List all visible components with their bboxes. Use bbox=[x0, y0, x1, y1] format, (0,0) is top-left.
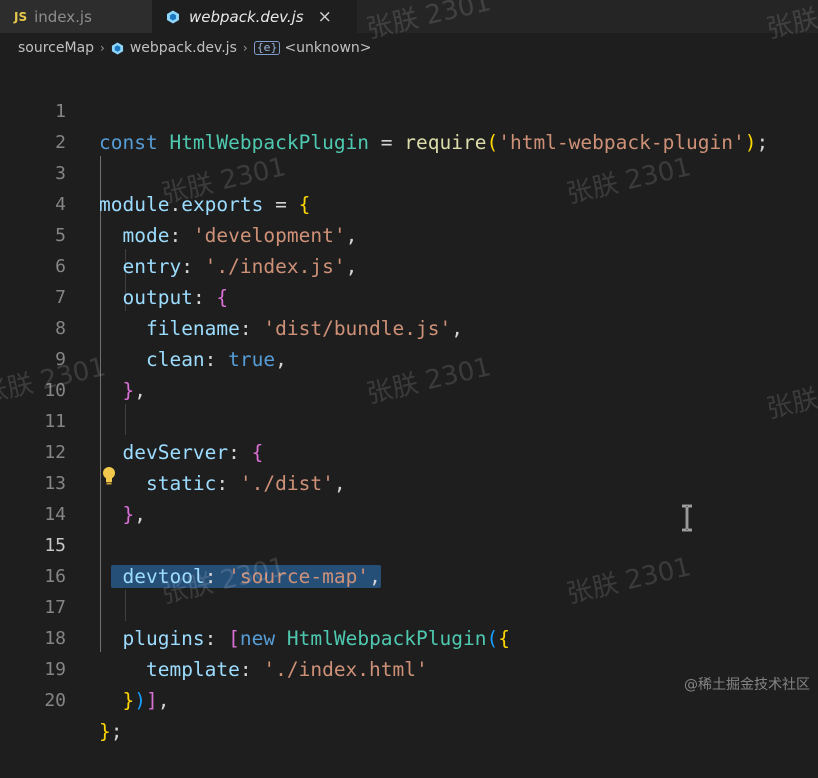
line-number: 20 bbox=[44, 690, 66, 711]
code-line: 3 module.exports = { bbox=[0, 127, 818, 216]
code-line: 18 template: './index.html' bbox=[0, 592, 818, 681]
chevron-right-icon: › bbox=[100, 41, 105, 55]
line-content: })], bbox=[122, 689, 170, 712]
code-line: 9 }, bbox=[0, 313, 818, 402]
breadcrumb-file[interactable]: webpack.dev.js bbox=[130, 40, 237, 56]
breadcrumb-symbol[interactable]: <unknown> bbox=[284, 40, 371, 56]
corner-watermark: @稀土掘金技术社区 bbox=[684, 677, 810, 693]
code-line: 7 filename: 'dist/bundle.js', bbox=[0, 251, 818, 340]
webpack-icon bbox=[167, 10, 179, 23]
code-line: 12 static: './dist', bbox=[0, 406, 818, 495]
webpack-icon bbox=[111, 41, 123, 55]
close-icon[interactable]: × bbox=[318, 7, 332, 27]
tab-label: index.js bbox=[34, 7, 92, 26]
tab-index-js[interactable]: JS index.js bbox=[0, 0, 152, 33]
chevron-right-icon: › bbox=[242, 41, 248, 55]
code-line: 16 bbox=[0, 530, 818, 587]
line-content: }; bbox=[99, 720, 123, 743]
text-cursor-icon bbox=[682, 504, 692, 532]
js-file-icon: JS bbox=[14, 9, 28, 24]
code-line: 4 mode: 'development', bbox=[0, 158, 818, 247]
code-line: 19 })], bbox=[0, 623, 818, 712]
variable-symbol-icon: {e} bbox=[253, 41, 281, 55]
code-line-current: 15 devtool: 'source-map', bbox=[0, 499, 818, 588]
code-line: 17 plugins: [new HtmlWebpackPlugin({ bbox=[0, 561, 818, 650]
lightbulb-icon[interactable] bbox=[101, 466, 117, 486]
code-line: 1 const HtmlWebpackPlugin = require('htm… bbox=[0, 65, 818, 154]
tab-label: webpack.dev.js bbox=[189, 7, 304, 26]
tab-webpack-dev-js[interactable]: webpack.dev.js × bbox=[152, 0, 357, 33]
code-line: 5 entry: './index.js', bbox=[0, 189, 818, 278]
code-line: 2 bbox=[0, 96, 818, 153]
breadcrumb-folder[interactable]: sourceMap bbox=[18, 40, 94, 56]
code-line: 8 clean: true, bbox=[0, 282, 818, 371]
code-line: 14 bbox=[0, 468, 818, 525]
code-line: 6 output: { bbox=[0, 220, 818, 309]
code-line: 13 }, bbox=[0, 437, 818, 526]
breadcrumb: sourceMap › webpack.dev.js › {e} <unknow… bbox=[0, 33, 818, 63]
